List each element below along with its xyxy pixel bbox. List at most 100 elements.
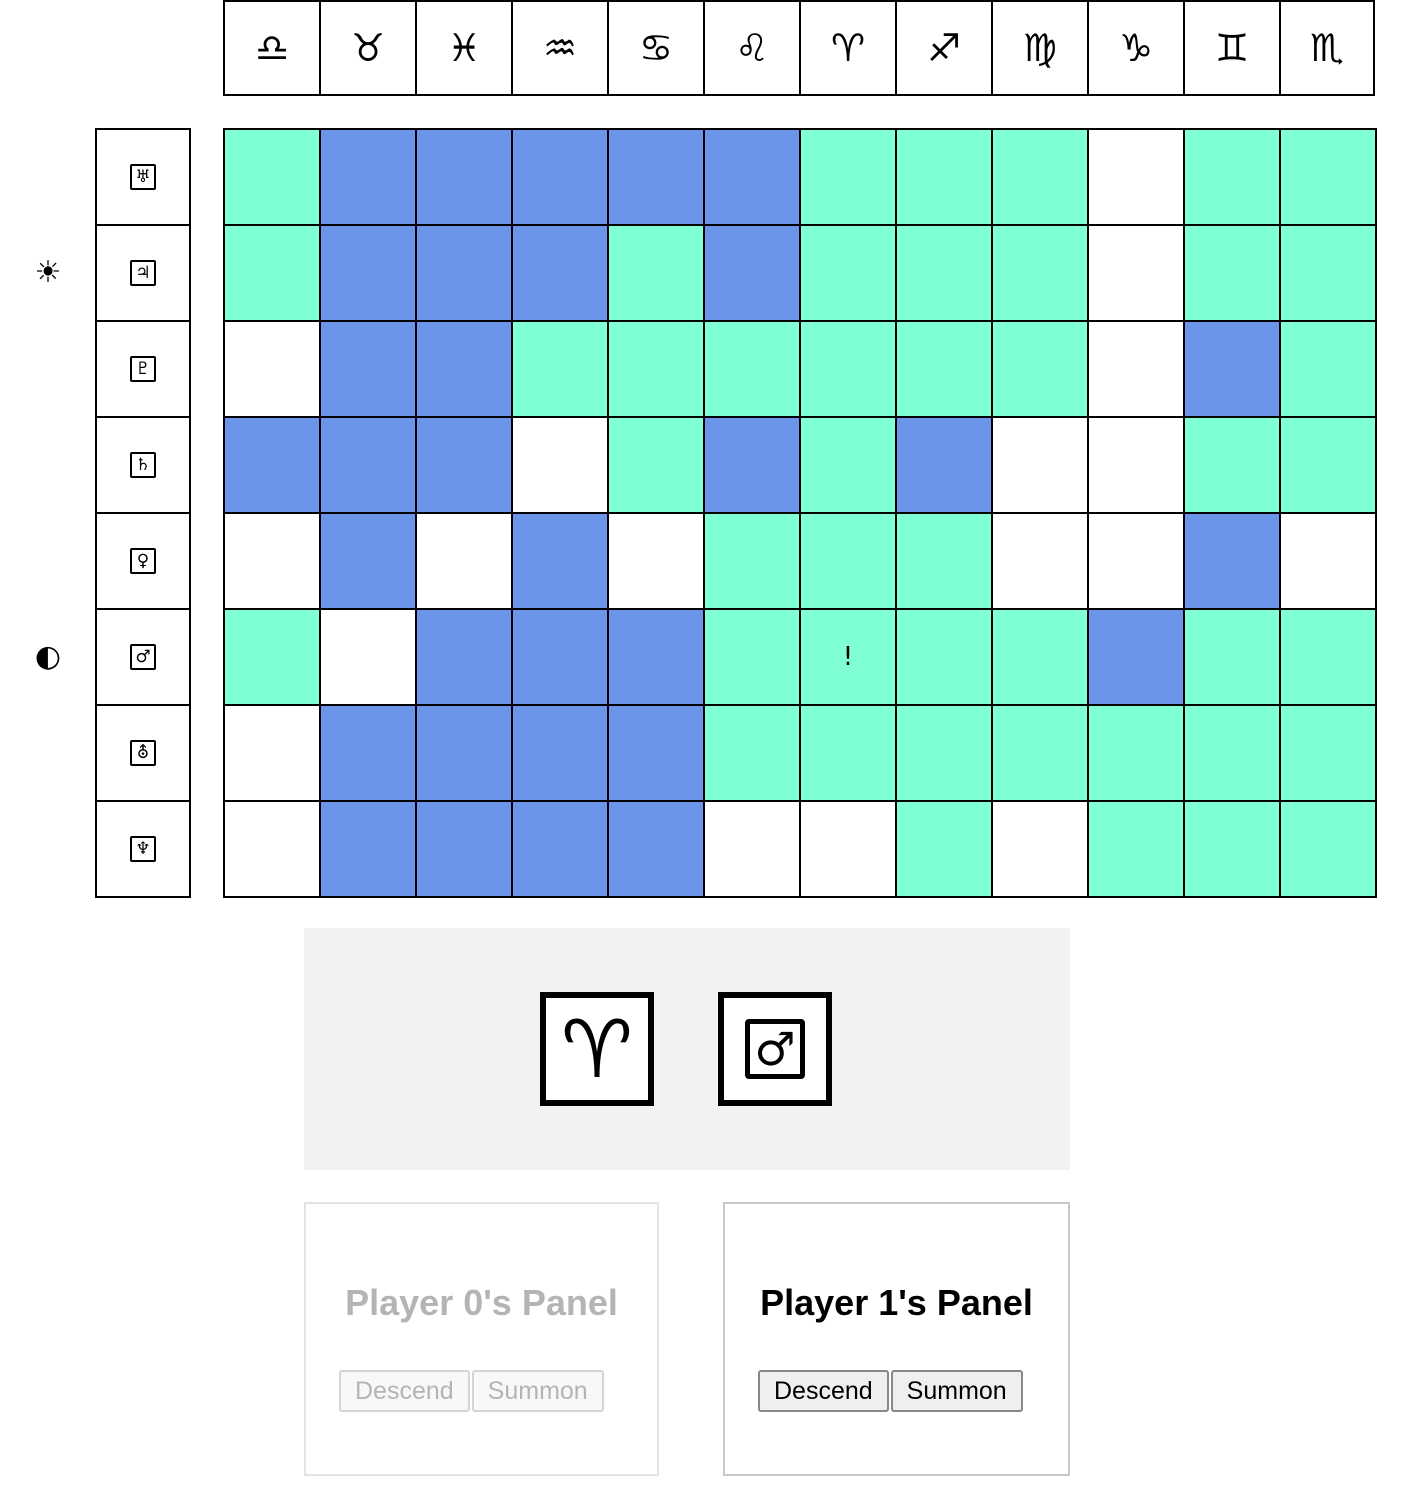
selected-planet-card[interactable]: ♂: [718, 992, 832, 1106]
board-cell[interactable]: [511, 512, 607, 608]
board-cell[interactable]: [1279, 128, 1375, 224]
board-cell[interactable]: [1087, 512, 1183, 608]
board-cell[interactable]: [991, 128, 1087, 224]
board-cell[interactable]: [319, 608, 415, 704]
board-cell[interactable]: [1279, 704, 1375, 800]
board-cell[interactable]: [703, 608, 799, 704]
board-cell[interactable]: [703, 704, 799, 800]
board-cell[interactable]: [223, 512, 319, 608]
board-cell[interactable]: [415, 128, 511, 224]
board-cell[interactable]: [1087, 800, 1183, 896]
board-cell[interactable]: [1183, 224, 1279, 320]
summon-button[interactable]: Summon: [890, 1370, 1023, 1412]
board-cell[interactable]: [895, 800, 991, 896]
board-cell[interactable]: [703, 800, 799, 896]
board-cell[interactable]: [415, 224, 511, 320]
board-cell[interactable]: [703, 416, 799, 512]
board-cell[interactable]: [1087, 608, 1183, 704]
board-cell[interactable]: [895, 608, 991, 704]
board-cell[interactable]: [223, 416, 319, 512]
board-cell[interactable]: [511, 608, 607, 704]
board-cell[interactable]: [415, 320, 511, 416]
board-cell[interactable]: [223, 704, 319, 800]
board-cell[interactable]: [895, 320, 991, 416]
board-cell[interactable]: [1087, 224, 1183, 320]
board-cell[interactable]: [607, 512, 703, 608]
board-cell[interactable]: [1279, 608, 1375, 704]
board-cell[interactable]: [223, 224, 319, 320]
board-cell[interactable]: [511, 704, 607, 800]
board-cell[interactable]: [991, 416, 1087, 512]
board-cell[interactable]: [319, 416, 415, 512]
board-cell[interactable]: [1183, 512, 1279, 608]
board-cell[interactable]: [511, 320, 607, 416]
board-cell[interactable]: [607, 704, 703, 800]
board-cell[interactable]: [991, 512, 1087, 608]
board-cell[interactable]: [223, 800, 319, 896]
board-cell[interactable]: [703, 128, 799, 224]
board-cell[interactable]: [1087, 128, 1183, 224]
board-cell[interactable]: [1183, 320, 1279, 416]
board-cell[interactable]: [223, 320, 319, 416]
board-cell[interactable]: [511, 800, 607, 896]
board-cell[interactable]: [415, 704, 511, 800]
board-cell[interactable]: [1279, 224, 1375, 320]
descend-button[interactable]: Descend: [758, 1370, 889, 1412]
board-cell[interactable]: [1087, 704, 1183, 800]
board-cell[interactable]: [991, 320, 1087, 416]
board-cell[interactable]: [319, 704, 415, 800]
board-cell[interactable]: [1279, 512, 1375, 608]
board-cell[interactable]: [319, 128, 415, 224]
board-cell[interactable]: [319, 224, 415, 320]
board-cell[interactable]: [607, 320, 703, 416]
board-cell[interactable]: [895, 128, 991, 224]
board-cell[interactable]: [1183, 704, 1279, 800]
board-cell[interactable]: [607, 416, 703, 512]
board-cell[interactable]: [1087, 320, 1183, 416]
board-cell[interactable]: [895, 416, 991, 512]
board-cell[interactable]: [799, 224, 895, 320]
board-cell[interactable]: [319, 320, 415, 416]
board-cell[interactable]: [703, 320, 799, 416]
board-cell[interactable]: [319, 800, 415, 896]
board-cell[interactable]: [991, 224, 1087, 320]
board-cell[interactable]: [415, 512, 511, 608]
board-cell[interactable]: [799, 320, 895, 416]
board-cell[interactable]: [895, 224, 991, 320]
board-cell[interactable]: [607, 608, 703, 704]
board-cell[interactable]: [223, 128, 319, 224]
board-cell[interactable]: [703, 224, 799, 320]
board-cell[interactable]: [1183, 608, 1279, 704]
board-cell[interactable]: [415, 608, 511, 704]
board-cell[interactable]: [1279, 416, 1375, 512]
board-cell[interactable]: [799, 512, 895, 608]
board-cell[interactable]: [511, 224, 607, 320]
board-cell[interactable]: [799, 800, 895, 896]
board-cell[interactable]: !: [799, 608, 895, 704]
selected-sign-card[interactable]: ♈: [540, 992, 654, 1106]
board-cell[interactable]: [1279, 320, 1375, 416]
board-cell[interactable]: [511, 128, 607, 224]
board-cell[interactable]: [799, 416, 895, 512]
board-cell[interactable]: [1087, 416, 1183, 512]
board-cell[interactable]: [1183, 800, 1279, 896]
board-cell[interactable]: [1183, 416, 1279, 512]
board-cell[interactable]: [415, 800, 511, 896]
board-cell[interactable]: [607, 128, 703, 224]
board-cell[interactable]: [799, 704, 895, 800]
board-cell[interactable]: [703, 512, 799, 608]
board-cell[interactable]: [607, 800, 703, 896]
board-cell[interactable]: [1279, 800, 1375, 896]
board-cell[interactable]: [1183, 128, 1279, 224]
board-cell[interactable]: [511, 416, 607, 512]
board-cell[interactable]: [223, 608, 319, 704]
board-cell[interactable]: [991, 704, 1087, 800]
board-cell[interactable]: [319, 512, 415, 608]
board-cell[interactable]: [895, 512, 991, 608]
board-cell[interactable]: [799, 128, 895, 224]
board-cell[interactable]: [415, 416, 511, 512]
board-cell[interactable]: [895, 704, 991, 800]
board-cell[interactable]: [991, 800, 1087, 896]
board-cell[interactable]: [607, 224, 703, 320]
board-cell[interactable]: [991, 608, 1087, 704]
